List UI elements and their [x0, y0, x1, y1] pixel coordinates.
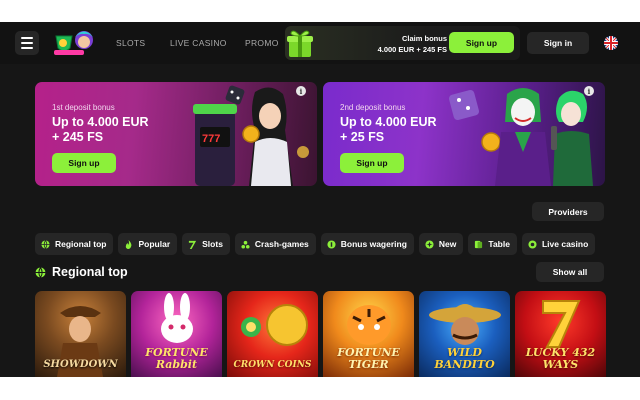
top-header: SLOTS LIVE CASINO PROMO Claim bonus 4.00…	[0, 22, 640, 64]
nav-promo[interactable]: PROMO	[245, 22, 279, 64]
section-title-text: Regional top	[52, 265, 128, 279]
header-signup-button[interactable]: Sign up	[449, 32, 514, 53]
section-title: Regional top	[35, 262, 128, 282]
claim-bonus-amount: 4.000 EUR + 245 FS	[377, 45, 447, 54]
seven-icon	[189, 240, 197, 249]
nav-live-casino[interactable]: LIVE CASINO	[170, 22, 227, 64]
category-slots[interactable]: Slots	[182, 233, 230, 255]
banner-signup-button[interactable]: Sign up	[340, 153, 404, 173]
cards-icon	[475, 240, 483, 248]
second-deposit-banner[interactable]: 2nd deposit bonus Up to 4.000 EUR + 25 F…	[323, 82, 605, 186]
coin-icon	[327, 239, 336, 249]
game-tile[interactable]: FORTUNE Rabbit	[131, 291, 222, 377]
banner-subtitle: 2nd deposit bonus	[340, 103, 406, 112]
new-icon	[425, 239, 434, 249]
svg-text:777: 777	[202, 133, 220, 145]
game-grid: SHOWDOWN FORTUNE Rabbit CROWN COINS FORT…	[35, 291, 606, 377]
game-title: CROWN COINS	[233, 360, 312, 370]
providers-button[interactable]: Providers	[532, 202, 604, 221]
game-title: LUCKY 432 WAYS	[525, 346, 596, 371]
category-regional-top[interactable]: Regional top	[35, 233, 114, 255]
category-table[interactable]: Table	[468, 233, 517, 255]
signin-button[interactable]: Sign in	[527, 32, 589, 54]
nav-slots[interactable]: SLOTS	[116, 22, 145, 64]
game-title: WILD BANDITO	[434, 346, 495, 371]
category-bonus-wagering[interactable]: Bonus wagering	[320, 233, 414, 255]
banner-headline-2: + 245 FS	[52, 130, 104, 144]
banner-subtitle: 1st deposit bonus	[52, 103, 115, 112]
show-all-button[interactable]: Show all	[536, 262, 604, 282]
uk-flag-icon[interactable]	[604, 36, 618, 50]
category-label: Regional top	[55, 239, 107, 249]
banner-headline: Up to 4.000 EUR	[340, 115, 437, 129]
game-tile[interactable]: SHOWDOWN	[35, 291, 126, 377]
plane-icon	[241, 240, 250, 249]
globe-icon	[35, 266, 46, 278]
game-title: FORTUNE TIGER	[337, 346, 400, 371]
category-label: Bonus wagering	[340, 239, 407, 249]
category-label: Popular	[138, 239, 171, 249]
brand-logo[interactable]	[50, 28, 100, 58]
banner-headline-2: + 25 FS	[340, 130, 385, 144]
game-tile[interactable]: FORTUNE TIGER	[323, 291, 414, 377]
joker-characters-illustration	[448, 88, 593, 186]
banner-signup-button[interactable]: Sign up	[52, 153, 116, 173]
first-deposit-banner[interactable]: 777 1st deposit bonus Up to 4.000 EUR + …	[35, 82, 317, 186]
category-label: Slots	[202, 239, 223, 249]
game-tile[interactable]: CROWN COINS	[227, 291, 318, 377]
category-label: Crash-games	[254, 239, 309, 249]
banner-headline: Up to 4.000 EUR	[52, 115, 149, 129]
category-bar: Regional top Popular Slots Crash-games B…	[35, 233, 596, 255]
claim-bonus-panel: Claim bonus 4.000 EUR + 245 FS Sign up	[285, 26, 520, 60]
game-tile[interactable]: WILD BANDITO	[419, 291, 510, 377]
category-label: Live casino	[541, 239, 589, 249]
category-new[interactable]: New	[418, 233, 464, 255]
game-title: FORTUNE Rabbit	[145, 346, 208, 371]
category-label: New	[438, 239, 457, 249]
gift-icon	[287, 30, 313, 57]
claim-bonus-title: Claim bonus	[401, 34, 447, 43]
live-icon	[528, 239, 537, 249]
category-popular[interactable]: Popular	[118, 233, 178, 255]
globe-icon	[41, 239, 50, 249]
game-title: SHOWDOWN	[43, 359, 118, 370]
category-label: Table	[488, 239, 510, 249]
info-icon[interactable]: i	[584, 86, 594, 96]
menu-icon	[21, 37, 33, 39]
app-frame: SLOTS LIVE CASINO PROMO Claim bonus 4.00…	[0, 22, 640, 377]
info-icon[interactable]: i	[296, 86, 306, 96]
slot-machine-girl-illustration: 777	[193, 85, 309, 186]
menu-button[interactable]	[15, 31, 39, 55]
flame-icon	[126, 239, 132, 249]
category-live-casino[interactable]: Live casino	[521, 233, 596, 255]
category-crash-games[interactable]: Crash-games	[234, 233, 316, 255]
game-tile[interactable]: LUCKY 432 WAYS	[515, 291, 606, 377]
